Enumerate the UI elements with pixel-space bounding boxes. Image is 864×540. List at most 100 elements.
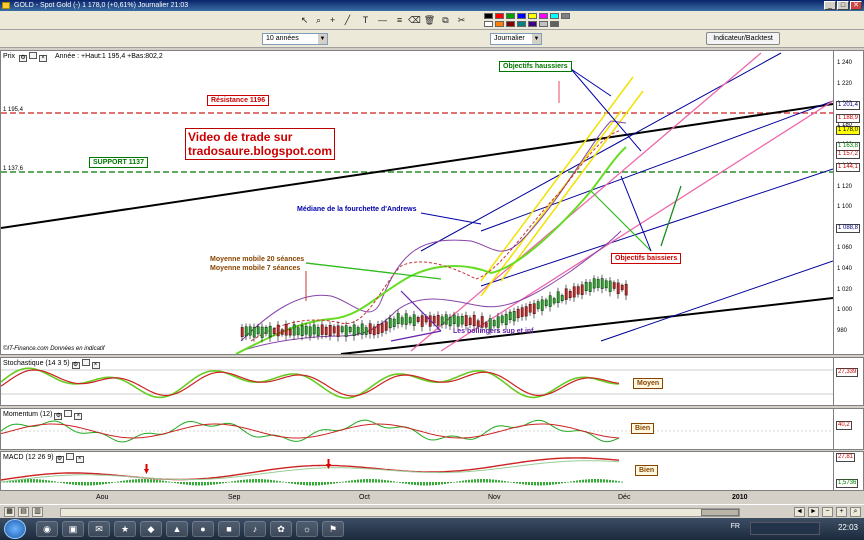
taskbar-app-icon[interactable]: ◆ (140, 521, 162, 537)
macd-bar (39, 479, 41, 483)
price-chart-pane[interactable]: Prix ⚙ × Année : +Haut:1 195,4 +Bas:802,2… (0, 50, 834, 355)
macd-bar (393, 481, 395, 483)
color-swatch[interactable] (528, 21, 537, 27)
macd-bar (42, 479, 44, 483)
color-swatch[interactable] (550, 13, 559, 19)
language-indicator[interactable]: FR (731, 523, 740, 530)
zoom-icon[interactable]: ⌕ (312, 14, 325, 27)
maximize-button[interactable]: □ (837, 1, 849, 10)
system-tray[interactable] (750, 522, 820, 535)
close-icon[interactable]: × (39, 55, 48, 62)
taskbar-app-icon[interactable]: ■ (218, 521, 240, 537)
macd-bar (222, 482, 224, 484)
interval-select[interactable]: Journalier ▼ (490, 33, 542, 45)
window-icon[interactable] (29, 52, 38, 59)
taskbar-app-icon[interactable]: ♪ (244, 521, 266, 537)
taskbar-app-icon[interactable]: ★ (114, 521, 136, 537)
color-swatch[interactable] (484, 21, 493, 27)
cut-icon[interactable]: ✂ (455, 14, 468, 27)
cursor-icon[interactable]: ↖ (298, 14, 311, 27)
settings-icon[interactable]: ⚙ (71, 362, 80, 369)
momentum-canvas (1, 419, 833, 443)
color-swatch[interactable] (495, 21, 504, 27)
macd-bar (45, 480, 47, 483)
zoom-out-icon[interactable]: − (822, 507, 833, 517)
scroll-left-icon[interactable]: ◄ (794, 507, 805, 517)
clock[interactable]: 22:03 (838, 523, 858, 532)
macd-bar (330, 482, 332, 485)
color-swatch[interactable] (506, 13, 515, 19)
color-swatch[interactable] (484, 13, 493, 19)
stochastic-pane[interactable]: Stochastique (14 3 5) ⚙ × Moyen (0, 357, 834, 406)
zoom-fit-icon[interactable]: ⌕ (850, 507, 861, 517)
taskbar-app-icon[interactable]: ● (192, 521, 214, 537)
macd-bar (198, 482, 200, 486)
taskbar-app-icon[interactable]: ✉ (88, 521, 110, 537)
settings-icon[interactable]: ⚙ (19, 55, 28, 62)
tool-icon[interactable]: ▤ (18, 507, 29, 517)
tool-icon[interactable]: ▥ (32, 507, 43, 517)
taskbar-app-icon[interactable]: ▲ (166, 521, 188, 537)
macd-bar (237, 480, 239, 483)
indicator-backtest-button[interactable]: Indicateur/Backtest (706, 32, 780, 45)
taskbar-app-icon[interactable]: ☼ (296, 521, 318, 537)
settings-icon[interactable]: ⚙ (55, 456, 64, 463)
candle-body (432, 316, 436, 324)
taskbar-app-icon[interactable]: ⚑ (322, 521, 344, 537)
color-swatch[interactable] (539, 21, 548, 27)
start-button[interactable] (4, 519, 26, 539)
scroll-right-icon[interactable]: ► (808, 507, 819, 517)
taskbar: ◉ ▣ ✉ ★ ◆ ▲ ● ■ ♪ ✿ ☼ ⚑ FR 22:03 (0, 518, 864, 540)
crosshair-icon[interactable]: + (326, 14, 339, 27)
promo-line2: tradosaure.blogspot.com (188, 144, 333, 158)
macd-pane[interactable]: MACD (12 26 9) ⚙ × Bien (0, 451, 834, 491)
scroll-thumb[interactable] (701, 509, 739, 516)
macd-bar (432, 482, 434, 486)
macd-bar (450, 482, 452, 484)
macd-bar (30, 479, 32, 483)
macd-bar (183, 482, 185, 485)
fibo-icon[interactable]: ≡ (393, 14, 406, 27)
hline-icon[interactable]: ― (376, 14, 389, 27)
tool-icon[interactable]: ▦ (4, 507, 15, 517)
color-swatch[interactable] (561, 13, 570, 19)
taskbar-app-icon[interactable]: ✿ (270, 521, 292, 537)
window-icon[interactable] (65, 453, 74, 460)
candle-body (596, 279, 600, 288)
minimize-button[interactable]: _ (824, 1, 836, 10)
close-icon[interactable]: × (91, 362, 100, 369)
trash-icon[interactable]: 🗑 (423, 14, 436, 27)
close-icon[interactable]: × (75, 456, 84, 463)
window-icon[interactable] (64, 410, 73, 417)
line-icon[interactable]: ╱ (341, 14, 354, 27)
candle-body (548, 295, 552, 307)
color-swatch[interactable] (495, 13, 504, 19)
chart-scrollbar[interactable]: ▦ ▤ ▥ ◄ ► − + ⌕ (0, 504, 864, 518)
macd-bar (300, 482, 302, 485)
copy-icon[interactable]: ⧉ (439, 14, 452, 27)
color-swatch[interactable] (550, 21, 559, 27)
color-swatch[interactable] (528, 13, 537, 19)
period-select[interactable]: 10 années ▼ (262, 33, 328, 45)
text-icon[interactable]: T (359, 14, 372, 27)
window-icon[interactable] (81, 359, 90, 366)
price-badge: 1 088,8 (836, 224, 861, 233)
settings-icon[interactable]: ⚙ (54, 413, 63, 420)
taskbar-app-icon[interactable]: ▣ (62, 521, 84, 537)
macd-bar (66, 482, 68, 484)
candle-body (620, 284, 624, 291)
color-swatch[interactable] (517, 21, 526, 27)
close-button[interactable]: ✕ (850, 1, 862, 10)
zoom-in-icon[interactable]: + (836, 507, 847, 517)
color-swatch[interactable] (517, 13, 526, 19)
momentum-pane[interactable]: Momentum (12) ⚙ × Bien (0, 408, 834, 450)
price-axis[interactable]: 1 2401 2201 2001 1801 1601 1401 1201 100… (834, 50, 864, 355)
color-swatch[interactable] (539, 13, 548, 19)
close-icon[interactable]: × (74, 413, 83, 420)
eraser-icon[interactable]: ⌫ (408, 14, 421, 27)
taskbar-app-icon[interactable]: ◉ (36, 521, 58, 537)
candle-body (372, 326, 376, 336)
price-badge: 1 144,1 (836, 163, 861, 172)
scroll-track[interactable] (60, 508, 740, 517)
color-swatch[interactable] (506, 21, 515, 27)
